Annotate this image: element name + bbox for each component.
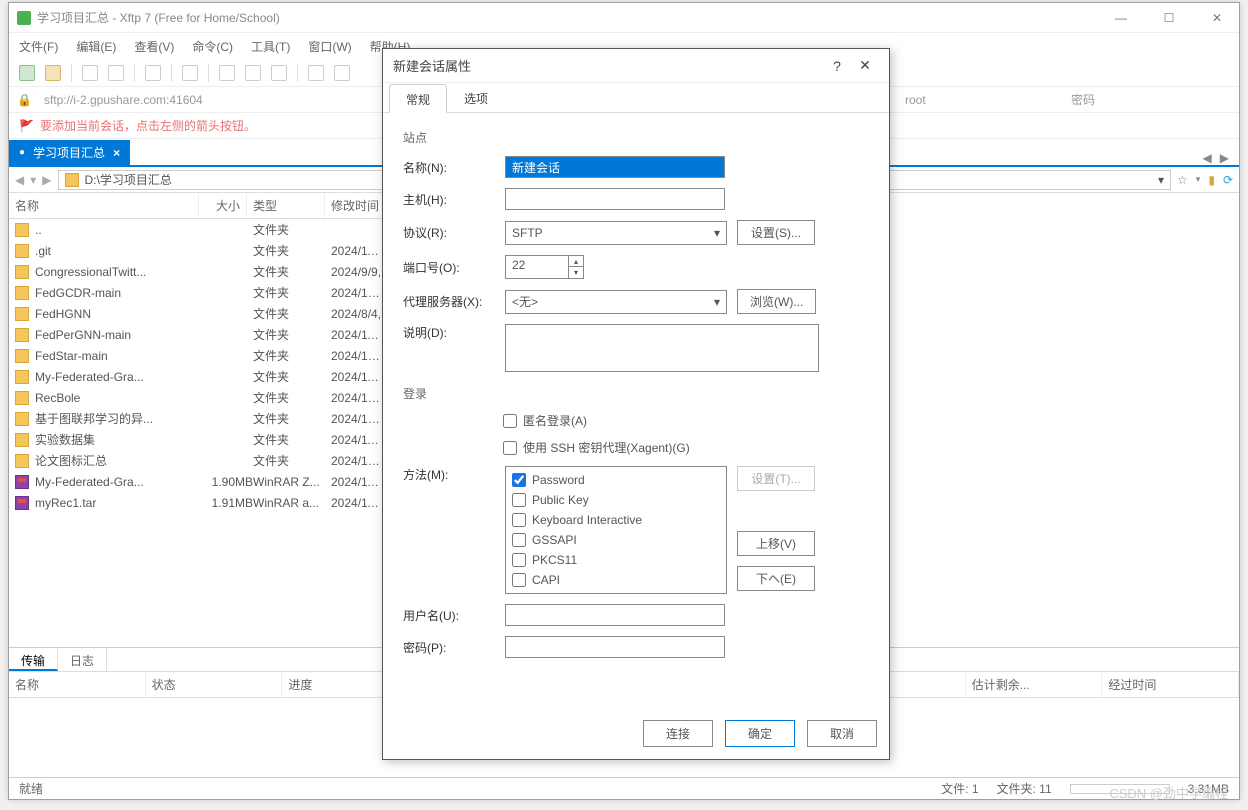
auth-method-checkbox[interactable]: Password <box>512 473 720 487</box>
description-textarea[interactable] <box>505 324 819 372</box>
protocol-select[interactable]: SFTP ▾ <box>505 221 727 245</box>
protocol-value: SFTP <box>512 226 543 240</box>
browse-button[interactable]: 浏览(W)... <box>737 289 816 314</box>
label-protocol: 协议(R): <box>403 224 495 241</box>
auth-methods-list: Password Public Key Keyboard Interactive GS… <box>505 466 727 594</box>
label-desc: 说明(D): <box>403 324 495 341</box>
proxy-value: <无> <box>512 293 538 310</box>
tab-general[interactable]: 常规 <box>389 84 447 113</box>
dialog-tabs: 常规 选项 <box>383 83 889 113</box>
connect-button[interactable]: 连接 <box>643 720 713 747</box>
port-value[interactable]: 22 <box>505 255 569 279</box>
label-name: 名称(N): <box>403 159 495 176</box>
settings-button[interactable]: 设置(S)... <box>737 220 815 245</box>
auth-method-checkbox[interactable]: Public Key <box>512 493 720 507</box>
cancel-button[interactable]: 取消 <box>807 720 877 747</box>
chevron-down-icon: ▾ <box>714 295 720 309</box>
tab-options[interactable]: 选项 <box>447 83 505 112</box>
label-port: 端口号(O): <box>403 259 495 276</box>
username-input[interactable] <box>505 604 725 626</box>
move-up-button[interactable]: 上移(V) <box>737 531 815 556</box>
method-settings-button: 设置(T)... <box>737 466 815 491</box>
spin-up-icon[interactable]: ▴ <box>569 256 583 267</box>
session-name-input[interactable]: 新建会话 <box>505 156 725 178</box>
dialog-overlay: 新建会话属性 ? ✕ 常规 选项 站点 名称(N): 新建会话 主机(H): 协… <box>0 0 1248 810</box>
label-username: 用户名(U): <box>403 607 495 624</box>
xagent-checkbox[interactable]: 使用 SSH 密钥代理(Xagent)(G) <box>503 439 690 456</box>
auth-method-checkbox[interactable]: GSSAPI <box>512 533 720 547</box>
auth-method-checkbox[interactable]: PKCS11 <box>512 553 720 567</box>
dialog-title: 新建会话属性 <box>393 56 823 75</box>
group-login: 登录 <box>403 385 869 402</box>
label-method: 方法(M): <box>403 466 495 483</box>
label-proxy: 代理服务器(X): <box>403 293 495 310</box>
group-site: 站点 <box>403 129 869 146</box>
help-button[interactable]: ? <box>823 58 851 74</box>
password-input[interactable] <box>505 636 725 658</box>
move-down-button[interactable]: 下ヘ(E) <box>737 566 815 591</box>
chevron-down-icon: ▾ <box>714 226 720 240</box>
dialog-form: 站点 名称(N): 新建会话 主机(H): 协议(R): SFTP ▾ 设置(S… <box>383 113 889 708</box>
anonymous-checkbox[interactable]: 匿名登录(A) <box>503 412 587 429</box>
dialog-titlebar: 新建会话属性 ? ✕ <box>383 49 889 83</box>
ok-button[interactable]: 确定 <box>725 720 795 747</box>
auth-method-checkbox[interactable]: CAPI <box>512 573 720 587</box>
dialog-button-row: 连接 确定 取消 <box>383 708 889 759</box>
dialog-close-button[interactable]: ✕ <box>851 57 879 74</box>
spin-down-icon[interactable]: ▾ <box>569 267 583 278</box>
port-spinner[interactable]: 22 ▴▾ <box>505 255 584 279</box>
label-host: 主机(H): <box>403 191 495 208</box>
auth-method-checkbox[interactable]: Keyboard Interactive <box>512 513 720 527</box>
label-password: 密码(P): <box>403 639 495 656</box>
host-input[interactable] <box>505 188 725 210</box>
proxy-select[interactable]: <无> ▾ <box>505 290 727 314</box>
session-properties-dialog: 新建会话属性 ? ✕ 常规 选项 站点 名称(N): 新建会话 主机(H): 协… <box>382 48 890 760</box>
